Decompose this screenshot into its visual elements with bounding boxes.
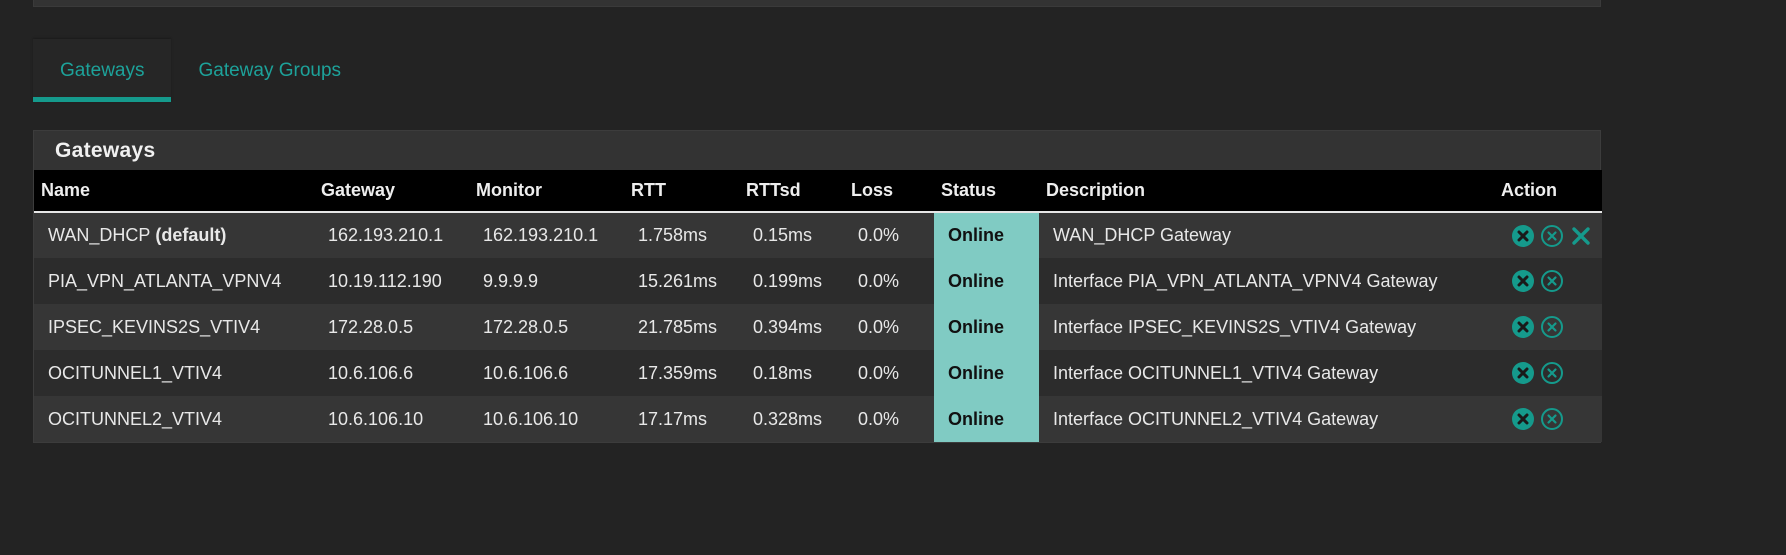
gateway-name: OCITUNNEL2_VTIV4 bbox=[48, 408, 223, 429]
col-header-status[interactable]: Status bbox=[934, 170, 1039, 212]
monitor-address: 10.6.106.10 bbox=[483, 408, 579, 429]
col-header-description[interactable]: Description bbox=[1039, 170, 1494, 212]
gateway-name: WAN_DHCP bbox=[48, 225, 151, 245]
delete-icon[interactable] bbox=[1511, 269, 1535, 293]
col-header-loss[interactable]: Loss bbox=[844, 170, 934, 212]
gateway-address: 172.28.0.5 bbox=[328, 316, 414, 337]
remove-icon[interactable] bbox=[1569, 224, 1593, 248]
table-header-row: Name Gateway Monitor RTT RTTsd Loss Stat… bbox=[34, 170, 1602, 212]
monitor-address: 9.9.9.9 bbox=[483, 270, 539, 291]
action-icons bbox=[1508, 269, 1602, 293]
rttsd-value: 0.18ms bbox=[753, 362, 813, 383]
action-cell bbox=[1494, 212, 1602, 258]
gateway-address: 10.6.106.10 bbox=[328, 408, 424, 429]
status-badge: Online bbox=[934, 350, 1039, 396]
status-badge: Online bbox=[934, 396, 1039, 442]
col-header-rttsd[interactable]: RTTsd bbox=[739, 170, 844, 212]
monitor-address: 10.6.106.6 bbox=[483, 362, 569, 383]
loss-value: 0.0% bbox=[858, 362, 900, 383]
disable-icon[interactable] bbox=[1540, 407, 1564, 431]
action-icons bbox=[1508, 361, 1602, 385]
col-header-monitor[interactable]: Monitor bbox=[469, 170, 624, 212]
disable-icon[interactable] bbox=[1540, 224, 1564, 248]
gateway-name: OCITUNNEL1_VTIV4 bbox=[48, 362, 223, 383]
col-header-action: Action bbox=[1501, 180, 1557, 200]
table-row: OCITUNNEL2_VTIV4 10.6.106.10 10.6.106.10… bbox=[34, 396, 1602, 442]
status-badge: Online bbox=[934, 304, 1039, 350]
gateway-address: 162.193.210.1 bbox=[328, 225, 444, 245]
action-icons bbox=[1508, 315, 1602, 339]
table-row: WAN_DHCP (default) 162.193.210.1 162.193… bbox=[34, 212, 1602, 258]
tab-gateway-groups[interactable]: Gateway Groups bbox=[171, 39, 368, 102]
delete-icon[interactable] bbox=[1511, 407, 1535, 431]
rtt-value: 17.17ms bbox=[638, 408, 708, 429]
gateway-address: 10.6.106.6 bbox=[328, 362, 414, 383]
rtt-value: 1.758ms bbox=[638, 225, 708, 245]
gateway-description: WAN_DHCP Gateway bbox=[1053, 225, 1232, 245]
panel-title: Gateways bbox=[55, 138, 156, 162]
disable-icon[interactable] bbox=[1540, 315, 1564, 339]
delete-icon[interactable] bbox=[1511, 315, 1535, 339]
disable-icon[interactable] bbox=[1540, 269, 1564, 293]
delete-icon[interactable] bbox=[1511, 224, 1535, 248]
table-row: PIA_VPN_ATLANTA_VPNV4 10.19.112.190 9.9.… bbox=[34, 258, 1602, 304]
gateway-name: IPSEC_KEVINS2S_VTIV4 bbox=[48, 316, 261, 337]
action-cell bbox=[1494, 304, 1602, 350]
col-header-rtt[interactable]: RTT bbox=[624, 170, 739, 212]
rttsd-value: 0.15ms bbox=[753, 225, 813, 245]
gateway-description: Interface OCITUNNEL1_VTIV4 Gateway bbox=[1053, 362, 1379, 383]
rtt-value: 21.785ms bbox=[638, 316, 718, 337]
rtt-value: 15.261ms bbox=[638, 270, 718, 291]
tab-bar: Gateways Gateway Groups bbox=[33, 39, 368, 102]
gateway-name-cell: IPSEC_KEVINS2S_VTIV4 bbox=[34, 304, 314, 350]
tab-gateways[interactable]: Gateways bbox=[33, 39, 172, 102]
status-badge: Online bbox=[934, 212, 1039, 258]
rttsd-value: 0.199ms bbox=[753, 270, 823, 291]
gateways-table: Name Gateway Monitor RTT RTTsd Loss Stat… bbox=[34, 170, 1602, 442]
gateway-description: Interface IPSEC_KEVINS2S_VTIV4 Gateway bbox=[1053, 316, 1417, 337]
loss-value: 0.0% bbox=[858, 225, 900, 245]
gateway-address: 10.19.112.190 bbox=[328, 270, 442, 291]
gateway-name-cell: OCITUNNEL2_VTIV4 bbox=[34, 396, 314, 442]
action-cell bbox=[1494, 258, 1602, 304]
gateway-description: Interface PIA_VPN_ATLANTA_VPNV4 Gateway bbox=[1053, 270, 1438, 291]
table-row: OCITUNNEL1_VTIV4 10.6.106.6 10.6.106.6 1… bbox=[34, 350, 1602, 396]
status-badge: Online bbox=[934, 258, 1039, 304]
loss-value: 0.0% bbox=[858, 316, 900, 337]
gateway-name: PIA_VPN_ATLANTA_VPNV4 bbox=[48, 270, 282, 291]
monitor-address: 172.28.0.5 bbox=[483, 316, 569, 337]
table-row: IPSEC_KEVINS2S_VTIV4 172.28.0.5 172.28.0… bbox=[34, 304, 1602, 350]
gateway-name-cell: OCITUNNEL1_VTIV4 bbox=[34, 350, 314, 396]
default-label: (default) bbox=[150, 225, 227, 245]
top-panel-edge bbox=[33, 0, 1601, 7]
action-cell bbox=[1494, 350, 1602, 396]
gateway-description: Interface OCITUNNEL2_VTIV4 Gateway bbox=[1053, 408, 1379, 429]
rttsd-value: 0.394ms bbox=[753, 316, 823, 337]
action-icons bbox=[1508, 224, 1602, 248]
gateways-panel: Gateways Name Gateway Monitor RTT RTTsd … bbox=[33, 130, 1602, 443]
monitor-address: 162.193.210.1 bbox=[483, 225, 599, 245]
gateway-name-cell: PIA_VPN_ATLANTA_VPNV4 bbox=[34, 258, 314, 304]
col-header-gateway[interactable]: Gateway bbox=[314, 170, 469, 212]
col-header-name[interactable]: Name bbox=[34, 170, 314, 212]
action-icons bbox=[1508, 407, 1602, 431]
action-cell bbox=[1494, 396, 1602, 442]
loss-value: 0.0% bbox=[858, 270, 900, 291]
gateway-name-cell: WAN_DHCP (default) bbox=[34, 212, 314, 258]
disable-icon[interactable] bbox=[1540, 361, 1564, 385]
rttsd-value: 0.328ms bbox=[753, 408, 823, 429]
rtt-value: 17.359ms bbox=[638, 362, 718, 383]
loss-value: 0.0% bbox=[858, 408, 900, 429]
delete-icon[interactable] bbox=[1511, 361, 1535, 385]
